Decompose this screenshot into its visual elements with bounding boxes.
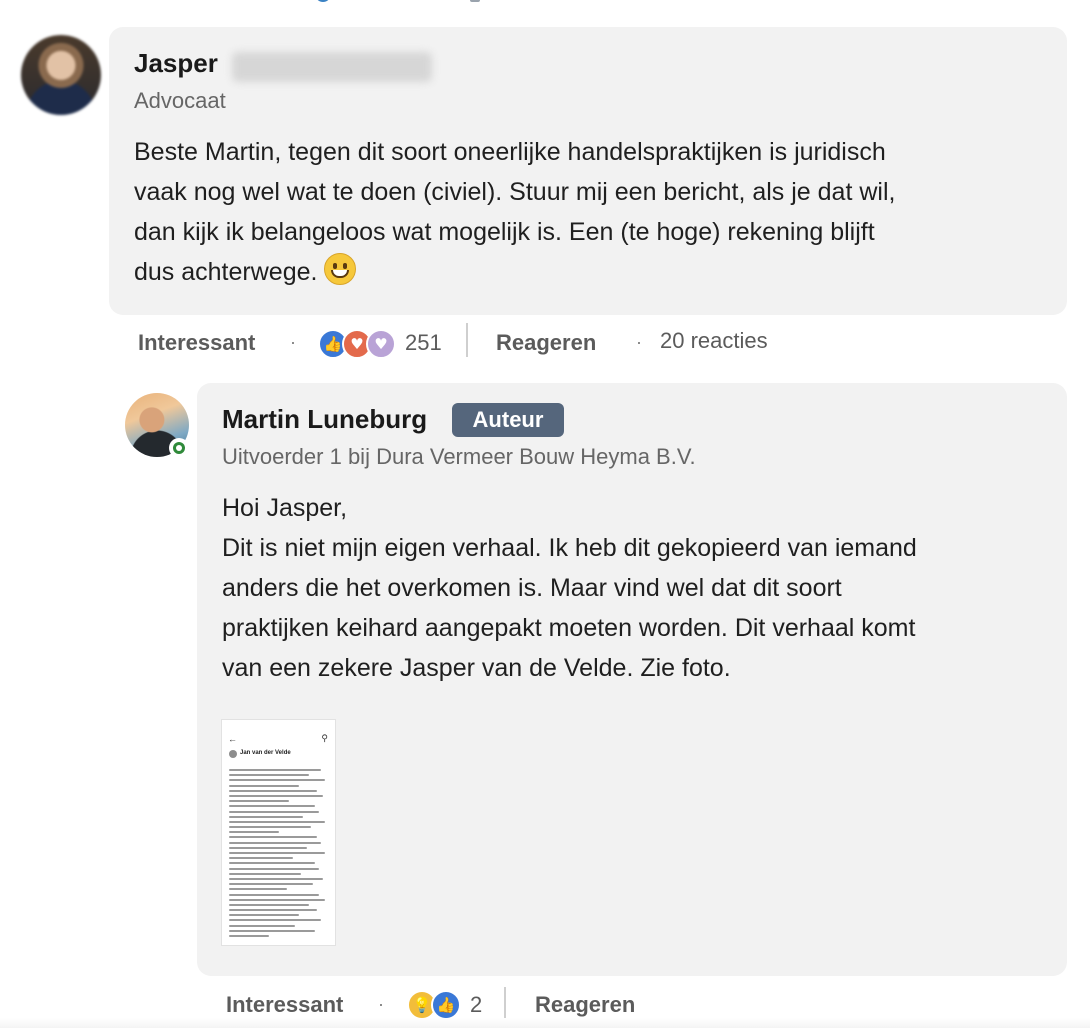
divider — [466, 323, 468, 357]
text-line — [229, 852, 325, 854]
interessant-button[interactable]: Interessant — [226, 992, 343, 1018]
bottom-edge — [0, 1018, 1090, 1028]
reply-button[interactable]: Reageren — [535, 992, 635, 1018]
avatar[interactable] — [21, 35, 101, 115]
like-reaction-icon[interactable]: 👍 — [431, 990, 461, 1020]
text-line — [229, 857, 293, 860]
text-line — [229, 779, 325, 782]
reaction-count[interactable]: 251 — [405, 330, 442, 356]
post-text-lines — [229, 769, 329, 940]
text-line — [229, 914, 299, 917]
author-name[interactable]: Jasper — [134, 48, 218, 79]
comment-text-content: Beste Martin, tegen dit soort oneerlijke… — [134, 138, 896, 286]
status-bar — [228, 723, 329, 729]
text-line — [229, 909, 317, 912]
author-name[interactable]: Martin Luneburg — [222, 404, 427, 435]
text-line — [229, 794, 323, 797]
text-line — [229, 867, 319, 870]
author-headline: Advocaat — [134, 88, 226, 113]
author-badge: Auteur — [452, 403, 564, 437]
back-arrow-icon: ← — [228, 734, 237, 744]
comment-text: Beste Martin, tegen dit soort oneerlijke… — [134, 132, 1054, 292]
interessant-button[interactable]: Interessant — [138, 330, 255, 356]
reply-button[interactable]: Reageren — [496, 330, 596, 356]
separator-dot: · — [636, 332, 642, 352]
text-line — [229, 805, 315, 808]
text-line — [229, 935, 269, 937]
text-line — [229, 800, 289, 803]
text-line — [229, 846, 307, 849]
redacted-surname — [232, 52, 432, 82]
text-line — [229, 784, 299, 787]
support-reaction-icon[interactable]: ♥ — [366, 329, 396, 359]
grinning-face-icon — [324, 253, 357, 285]
text-line — [229, 815, 303, 818]
online-status-icon — [169, 438, 189, 458]
attached-image[interactable]: ← ⚲ Jan van der Velde — [221, 719, 336, 946]
text-line — [229, 862, 315, 865]
separator-dot: · — [378, 994, 384, 1014]
text-line — [229, 924, 295, 927]
text-line — [229, 810, 319, 813]
divider — [504, 987, 506, 1021]
text-line — [229, 774, 309, 777]
text-line — [229, 883, 313, 886]
avatar — [229, 750, 237, 758]
author-headline: Uitvoerder 1 bij Dura Vermeer Bouw Heyma… — [222, 444, 696, 469]
replies-count[interactable]: 20 reacties — [660, 328, 768, 354]
text-line — [229, 826, 311, 829]
text-line — [229, 769, 321, 771]
separator-dot: · — [290, 332, 296, 352]
text-line — [229, 841, 321, 844]
text-line — [229, 903, 309, 906]
reaction-count[interactable]: 2 — [470, 992, 482, 1018]
text-line — [229, 893, 319, 896]
reaction-icon-cropped — [315, 0, 331, 2]
text-line — [229, 877, 323, 880]
text-line — [229, 888, 287, 891]
text-line — [229, 872, 301, 875]
text-line — [229, 919, 321, 922]
poster-name: Jan van der Velde — [240, 750, 291, 756]
text-line — [229, 836, 317, 839]
text-line — [229, 929, 315, 932]
text-line — [229, 898, 325, 901]
search-icon: ⚲ — [321, 733, 328, 743]
reply-text: Hoi Jasper, Dit is niet mijn eigen verha… — [222, 494, 917, 682]
text-line — [229, 789, 317, 792]
text-line — [229, 831, 279, 834]
text-line — [229, 820, 325, 823]
cropped-element — [470, 0, 480, 2]
